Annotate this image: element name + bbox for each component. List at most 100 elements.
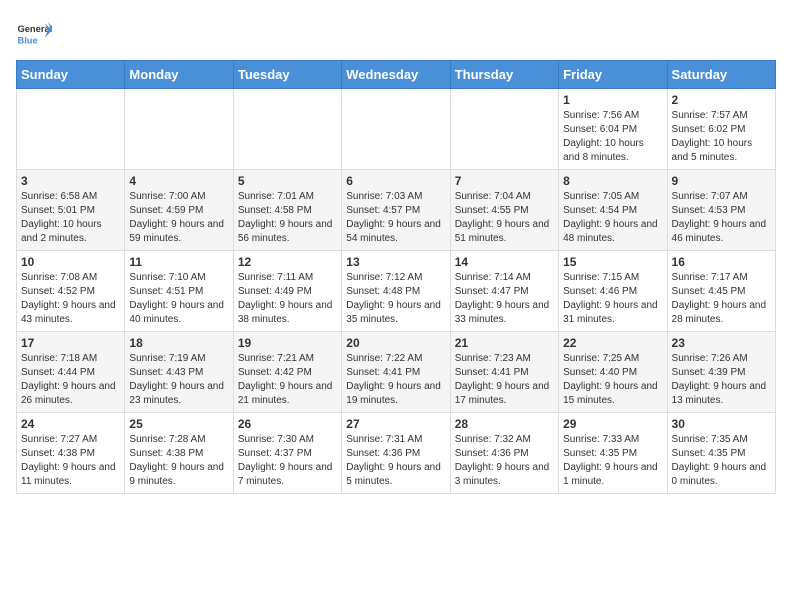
day-number: 7: [455, 174, 554, 188]
day-cell: 25 Sunrise: 7:28 AM Sunset: 4:38 PM Dayli…: [125, 413, 233, 494]
day-number: 21: [455, 336, 554, 350]
day-info: Sunrise: 7:35 AM Sunset: 4:35 PM Dayligh…: [672, 433, 771, 489]
day-number: 30: [672, 417, 771, 431]
day-cell: [125, 89, 233, 170]
week-row-1: 1 Sunrise: 7:56 AM Sunset: 6:04 PM Daylig…: [17, 89, 776, 170]
day-cell: 30 Sunrise: 7:35 AM Sunset: 4:35 PM Dayli…: [667, 413, 775, 494]
day-cell: 6Sunrise: 7:03 AM Sunset: 4:57 PM Daylig…: [342, 170, 450, 251]
day-info: Sunrise: 7:33 AM Sunset: 4:35 PM Dayligh…: [563, 433, 662, 489]
day-cell: 5 Sunrise: 7:01 AM Sunset: 4:58 PM Daylig…: [233, 170, 341, 251]
day-number: 5: [238, 174, 337, 188]
day-info: Sunrise: 7:05 AM Sunset: 4:54 PM Dayligh…: [563, 190, 662, 246]
day-cell: 9Sunrise: 7:07 AM Sunset: 4:53 PM Daylig…: [667, 170, 775, 251]
day-info: Sunrise: 7:19 AM Sunset: 4:43 PM Dayligh…: [129, 352, 228, 408]
day-cell: 8 Sunrise: 7:05 AM Sunset: 4:54 PM Daylig…: [559, 170, 667, 251]
day-info: Sunrise: 7:25 AM Sunset: 4:40 PM Dayligh…: [563, 352, 662, 408]
day-cell: 7 Sunrise: 7:04 AM Sunset: 4:55 PM Daylig…: [450, 170, 558, 251]
weekday-header-wednesday: Wednesday: [342, 61, 450, 89]
day-info: Sunrise: 6:58 AM Sunset: 5:01 PM Dayligh…: [21, 190, 120, 246]
day-info: Sunrise: 7:15 AM Sunset: 4:46 PM Dayligh…: [563, 271, 662, 327]
day-number: 22: [563, 336, 662, 350]
day-info: Sunrise: 7:00 AM Sunset: 4:59 PM Dayligh…: [129, 190, 228, 246]
day-number: 11: [129, 255, 228, 269]
day-cell: 26 Sunrise: 7:30 AM Sunset: 4:37 PM Dayli…: [233, 413, 341, 494]
day-info: Sunrise: 7:31 AM Sunset: 4:36 PM Dayligh…: [346, 433, 445, 489]
weekday-header-thursday: Thursday: [450, 61, 558, 89]
day-number: 18: [129, 336, 228, 350]
weekday-header-tuesday: Tuesday: [233, 61, 341, 89]
day-number: 25: [129, 417, 228, 431]
logo-icon: General Blue: [16, 16, 52, 52]
day-info: Sunrise: 7:12 AM Sunset: 4:48 PM Dayligh…: [346, 271, 445, 327]
weekday-header-friday: Friday: [559, 61, 667, 89]
week-row-3: 10 Sunrise: 7:08 AM Sunset: 4:52 PM Dayli…: [17, 251, 776, 332]
day-cell: [342, 89, 450, 170]
day-number: 1: [563, 93, 662, 107]
day-number: 13: [346, 255, 445, 269]
day-cell: 14 Sunrise: 7:14 AM Sunset: 4:47 PM Dayli…: [450, 251, 558, 332]
day-cell: 19Sunrise: 7:21 AM Sunset: 4:42 PM Dayli…: [233, 332, 341, 413]
day-number: 26: [238, 417, 337, 431]
day-number: 19: [238, 336, 337, 350]
day-cell: [17, 89, 125, 170]
week-row-2: 3 Sunrise: 6:58 AM Sunset: 5:01 PM Daylig…: [17, 170, 776, 251]
svg-text:Blue: Blue: [17, 35, 37, 45]
day-number: 10: [21, 255, 120, 269]
day-number: 15: [563, 255, 662, 269]
day-info: Sunrise: 7:17 AM Sunset: 4:45 PM Dayligh…: [672, 271, 771, 327]
calendar: SundayMondayTuesdayWednesdayThursdayFrid…: [16, 60, 776, 494]
day-cell: 2 Sunrise: 7:57 AM Sunset: 6:02 PM Daylig…: [667, 89, 775, 170]
day-cell: 13 Sunrise: 7:12 AM Sunset: 4:48 PM Dayli…: [342, 251, 450, 332]
day-info: Sunrise: 7:57 AM Sunset: 6:02 PM Dayligh…: [672, 109, 771, 165]
day-cell: 3 Sunrise: 6:58 AM Sunset: 5:01 PM Daylig…: [17, 170, 125, 251]
week-row-4: 17 Sunrise: 7:18 AM Sunset: 4:44 PM Dayli…: [17, 332, 776, 413]
day-number: 20: [346, 336, 445, 350]
day-number: 16: [672, 255, 771, 269]
day-number: 24: [21, 417, 120, 431]
weekday-header-row: SundayMondayTuesdayWednesdayThursdayFrid…: [17, 61, 776, 89]
day-cell: 21 Sunrise: 7:23 AM Sunset: 4:41 PM Dayli…: [450, 332, 558, 413]
week-row-5: 24 Sunrise: 7:27 AM Sunset: 4:38 PM Dayli…: [17, 413, 776, 494]
day-info: Sunrise: 7:28 AM Sunset: 4:38 PM Dayligh…: [129, 433, 228, 489]
day-cell: 23Sunrise: 7:26 AM Sunset: 4:39 PM Dayli…: [667, 332, 775, 413]
day-info: Sunrise: 7:14 AM Sunset: 4:47 PM Dayligh…: [455, 271, 554, 327]
day-number: 12: [238, 255, 337, 269]
day-number: 8: [563, 174, 662, 188]
day-cell: 17 Sunrise: 7:18 AM Sunset: 4:44 PM Dayli…: [17, 332, 125, 413]
day-info: Sunrise: 7:18 AM Sunset: 4:44 PM Dayligh…: [21, 352, 120, 408]
day-number: 17: [21, 336, 120, 350]
day-info: Sunrise: 7:30 AM Sunset: 4:37 PM Dayligh…: [238, 433, 337, 489]
day-info: Sunrise: 7:56 AM Sunset: 6:04 PM Dayligh…: [563, 109, 662, 165]
day-cell: 22 Sunrise: 7:25 AM Sunset: 4:40 PM Dayli…: [559, 332, 667, 413]
day-cell: 4 Sunrise: 7:00 AM Sunset: 4:59 PM Daylig…: [125, 170, 233, 251]
day-info: Sunrise: 7:23 AM Sunset: 4:41 PM Dayligh…: [455, 352, 554, 408]
weekday-header-sunday: Sunday: [17, 61, 125, 89]
day-info: Sunrise: 7:04 AM Sunset: 4:55 PM Dayligh…: [455, 190, 554, 246]
day-info: Sunrise: 7:08 AM Sunset: 4:52 PM Dayligh…: [21, 271, 120, 327]
day-cell: 20 Sunrise: 7:22 AM Sunset: 4:41 PM Dayli…: [342, 332, 450, 413]
day-info: Sunrise: 7:11 AM Sunset: 4:49 PM Dayligh…: [238, 271, 337, 327]
day-cell: 11Sunrise: 7:10 AM Sunset: 4:51 PM Dayli…: [125, 251, 233, 332]
weekday-header-saturday: Saturday: [667, 61, 775, 89]
day-number: 4: [129, 174, 228, 188]
day-info: Sunrise: 7:22 AM Sunset: 4:41 PM Dayligh…: [346, 352, 445, 408]
day-number: 23: [672, 336, 771, 350]
day-number: 29: [563, 417, 662, 431]
day-cell: 15 Sunrise: 7:15 AM Sunset: 4:46 PM Dayli…: [559, 251, 667, 332]
day-cell: 27 Sunrise: 7:31 AM Sunset: 4:36 PM Dayli…: [342, 413, 450, 494]
day-number: 9: [672, 174, 771, 188]
day-info: Sunrise: 7:01 AM Sunset: 4:58 PM Dayligh…: [238, 190, 337, 246]
day-info: Sunrise: 7:27 AM Sunset: 4:38 PM Dayligh…: [21, 433, 120, 489]
day-cell: 16 Sunrise: 7:17 AM Sunset: 4:45 PM Dayli…: [667, 251, 775, 332]
day-cell: [233, 89, 341, 170]
day-number: 2: [672, 93, 771, 107]
day-info: Sunrise: 7:32 AM Sunset: 4:36 PM Dayligh…: [455, 433, 554, 489]
day-cell: 18 Sunrise: 7:19 AM Sunset: 4:43 PM Dayli…: [125, 332, 233, 413]
weekday-header-monday: Monday: [125, 61, 233, 89]
day-number: 27: [346, 417, 445, 431]
day-number: 14: [455, 255, 554, 269]
logo: General Blue: [16, 16, 52, 52]
day-number: 3: [21, 174, 120, 188]
day-cell: 12 Sunrise: 7:11 AM Sunset: 4:49 PM Dayli…: [233, 251, 341, 332]
day-cell: 29 Sunrise: 7:33 AM Sunset: 4:35 PM Dayli…: [559, 413, 667, 494]
